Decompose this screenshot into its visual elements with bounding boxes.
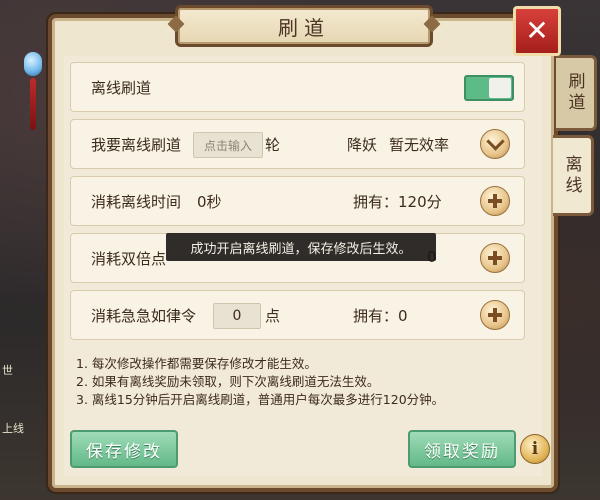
note-item: 2. 如果有离线奖励未领取，则下次离线刷道无法生效。 <box>76 374 380 389</box>
toggle-knob <box>489 78 511 98</box>
title-banner: 刷道 <box>167 5 441 47</box>
page-title: 刷道 <box>278 15 330 40</box>
add-double-button[interactable] <box>480 243 510 273</box>
tab-shuadao[interactable]: 刷道 <box>556 55 597 131</box>
tassel-icon <box>30 78 36 130</box>
expand-button[interactable] <box>480 129 510 159</box>
tab-offline[interactable]: 离线 <box>553 135 594 216</box>
scene-text: 世 <box>2 364 13 377</box>
orb-icon <box>24 52 42 76</box>
notes-list: 1. 每次修改操作都需要保存修改才能生效。 2. 如果有离线奖励未领取，则下次离… <box>76 355 444 409</box>
rounds-row: 我要离线刷道 点击输入 轮 降妖 暂无效率 <box>70 119 525 169</box>
time-label: 消耗离线时间 <box>91 193 182 211</box>
offline-label: 离线刷道 <box>91 79 152 97</box>
add-time-button[interactable] <box>480 186 510 216</box>
urgent-token-row: 消耗急急如律令 0 点 拥有：0 <box>70 290 525 340</box>
offline-toggle[interactable] <box>464 75 514 101</box>
double-label: 消耗双倍点 <box>91 250 167 268</box>
time-row: 消耗离线时间 0秒 拥有：120分 <box>70 176 525 226</box>
urgent-owned: 拥有：0 <box>353 307 408 325</box>
rounds-label: 我要离线刷道 <box>91 136 182 154</box>
time-value: 0秒 <box>197 193 222 211</box>
offline-toggle-row: 离线刷道 <box>70 62 525 112</box>
note-item: 1. 每次修改操作都需要保存修改才能生效。 <box>76 356 317 371</box>
urgent-unit: 点 <box>265 307 281 325</box>
urgent-label: 消耗急急如律令 <box>91 307 197 325</box>
effect-value: 暂无效率 <box>389 136 450 154</box>
urgent-input[interactable]: 0 <box>213 303 261 329</box>
scene-text: 上线 <box>2 422 24 435</box>
chevron-down-icon <box>485 132 505 151</box>
plus-icon <box>488 251 502 265</box>
plus-icon <box>488 194 502 208</box>
rounds-input[interactable]: 点击输入 <box>193 132 263 158</box>
note-item: 3. 离线15分钟后开启离线刷道，普通用户每次最多进行120分钟。 <box>76 392 445 407</box>
jade-pendant-decoration <box>18 40 48 130</box>
save-button[interactable]: 保存修改 <box>70 430 178 468</box>
add-urgent-button[interactable] <box>480 300 510 330</box>
time-owned: 拥有：120分 <box>353 193 442 211</box>
rounds-unit: 轮 <box>265 136 281 154</box>
info-icon[interactable]: i <box>520 434 550 464</box>
plus-icon <box>488 308 502 322</box>
close-icon: ✕ <box>525 14 549 47</box>
effect-label: 降妖 <box>347 136 378 154</box>
toast-message: 成功开启离线刷道，保存修改后生效。 <box>166 233 436 261</box>
close-button[interactable]: ✕ <box>513 6 561 56</box>
claim-reward-button[interactable]: 领取奖励 <box>408 430 516 468</box>
